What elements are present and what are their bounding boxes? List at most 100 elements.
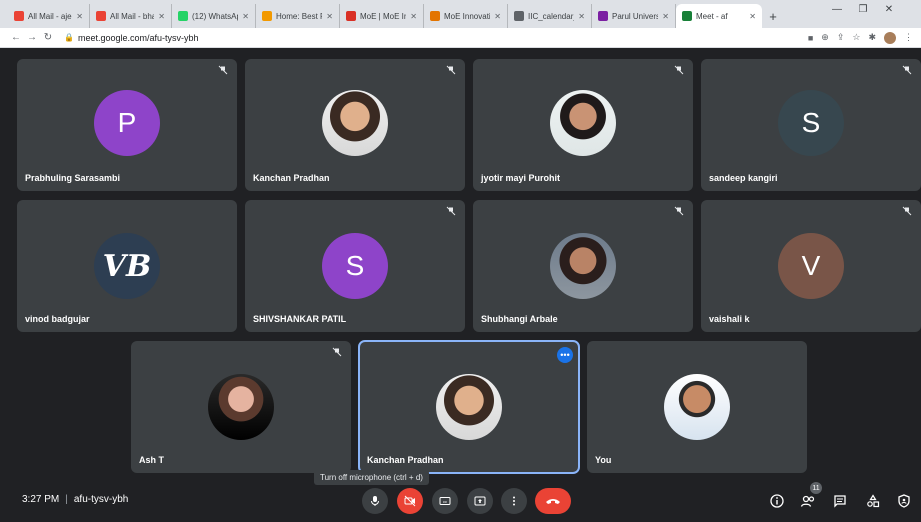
tab-label: MoE Innovatio: [444, 11, 491, 21]
close-window-icon[interactable]: ✕: [876, 4, 902, 15]
reload-icon[interactable]: ↻: [40, 32, 56, 43]
close-icon[interactable]: ✕: [76, 12, 83, 21]
participant-name: You: [595, 455, 612, 465]
browser-tab[interactable]: All Mail - ajee ✕: [8, 4, 90, 28]
browser-tab[interactable]: MoE Innovatio ✕: [424, 4, 508, 28]
mic-off-icon: [332, 347, 342, 357]
participant-name: vaishali k: [709, 314, 750, 324]
participant-count-badge: 11: [810, 482, 822, 494]
participant-name: Kanchan Pradhan: [253, 173, 330, 183]
participant-tile[interactable]: S sandeep kangiri: [701, 59, 921, 191]
self-tile[interactable]: You: [587, 341, 807, 473]
avatar: S: [322, 233, 388, 299]
participant-name: Kanchan Pradhan: [367, 455, 444, 465]
bookmark-star-icon[interactable]: ☆: [852, 32, 860, 43]
meeting-time: 3:27 PM: [22, 494, 60, 505]
mic-off-icon: [902, 206, 912, 216]
mic-off-icon: [674, 206, 684, 216]
browser-toolbar: ■ ⊕ ⇪ ☆ ✱ ⋮: [808, 31, 913, 44]
close-icon[interactable]: ✕: [662, 12, 669, 21]
avatar-photo: [208, 374, 274, 440]
close-icon[interactable]: ✕: [749, 12, 756, 21]
browser-tab[interactable]: MoE | MoE In ✕: [340, 4, 424, 28]
participant-tile-active[interactable]: ••• Kanchan Pradhan: [358, 340, 580, 474]
avatar-photo: [322, 90, 388, 156]
url-field[interactable]: 🔒 meet.google.com/afu-tysv-ybh: [64, 33, 808, 43]
browser-tab-active[interactable]: Meet - af ✕: [676, 4, 762, 28]
close-icon[interactable]: ✕: [242, 12, 249, 21]
shield-icon: [898, 494, 910, 508]
meet-icon: [682, 11, 692, 21]
new-tab-button[interactable]: +: [762, 4, 784, 28]
chat-icon: [834, 495, 846, 508]
participant-tile[interactable]: V vaishali k: [701, 200, 921, 332]
browser-tab[interactable]: Parul Univers ✕: [592, 4, 676, 28]
more-options-icon[interactable]: •••: [557, 347, 573, 363]
url-text: meet.google.com/afu-tysv-ybh: [77, 32, 199, 43]
participant-tile[interactable]: jyotir mayi Purohit: [473, 59, 693, 191]
meeting-details-button[interactable]: [768, 492, 786, 510]
hang-up-icon: [546, 499, 560, 504]
participant-name: jyotir mayi Purohit: [481, 173, 561, 183]
extensions-icon[interactable]: ✱: [868, 32, 876, 43]
meeting-code: afu-tysv-ybh: [73, 494, 129, 505]
meet-window: All Mail - ajee ✕ All Mail - bha ✕ (12) …: [0, 0, 921, 522]
camera-off-icon: [404, 495, 416, 507]
divider: |: [65, 494, 68, 505]
site-icon: [598, 11, 608, 21]
meeting-info: 3:27 PM | afu-tysv-ybh: [22, 494, 128, 505]
participant-tile[interactable]: Shubhangi Arbale: [473, 200, 693, 332]
participant-tile[interactable]: VB vinod badgujar: [17, 200, 237, 332]
whatsapp-icon: [178, 11, 188, 21]
camera-icon[interactable]: ■: [808, 33, 813, 43]
profile-avatar[interactable]: [884, 31, 896, 44]
share-icon[interactable]: ⇪: [837, 32, 845, 43]
microphone-icon: [371, 496, 379, 506]
window-controls: — ❐ ✕: [824, 4, 902, 15]
browser-tab[interactable]: Home: Best Fr ✕: [256, 4, 340, 28]
globe-icon: [514, 11, 524, 21]
present-button[interactable]: [467, 488, 493, 514]
captions-button[interactable]: cc: [432, 488, 458, 514]
avatar: P: [94, 90, 160, 156]
participant-tile[interactable]: P Prabhuling Sarasambi: [17, 59, 237, 191]
avatar-photo: [664, 374, 730, 440]
close-icon[interactable]: ✕: [578, 12, 585, 21]
browser-tab[interactable]: (12) WhatsAp ✕: [172, 4, 256, 28]
close-icon[interactable]: ✕: [326, 12, 333, 21]
participant-tile[interactable]: S SHIVSHANKAR PATIL: [245, 200, 465, 332]
lock-icon: 🔒: [64, 33, 74, 42]
gmail-icon: [96, 11, 106, 21]
participant-name: Ash T: [139, 455, 165, 465]
info-icon: [770, 494, 784, 508]
tab-label: Home: Best Fr: [276, 11, 322, 21]
host-controls-button[interactable]: [895, 492, 913, 510]
tab-label: IIC_calendar_: [528, 11, 575, 21]
close-icon[interactable]: ✕: [494, 12, 501, 21]
browser-tab[interactable]: All Mail - bha ✕: [90, 4, 172, 28]
avatar-photo: [550, 233, 616, 299]
close-icon[interactable]: ✕: [158, 12, 165, 21]
maximize-icon[interactable]: ❐: [850, 4, 876, 15]
site-icon: [346, 11, 356, 21]
participant-name: vinod badgujar: [25, 314, 90, 324]
activities-button[interactable]: [864, 492, 882, 510]
participant-tile[interactable]: Kanchan Pradhan: [245, 59, 465, 191]
menu-icon[interactable]: ⋮: [904, 32, 913, 43]
people-button[interactable]: [799, 492, 817, 510]
participant-tile[interactable]: Ash T: [131, 341, 351, 473]
browser-tab[interactable]: IIC_calendar_ ✕: [508, 4, 592, 28]
minimize-icon[interactable]: —: [824, 4, 850, 15]
participant-name: Prabhuling Sarasambi: [25, 173, 121, 183]
camera-button[interactable]: [397, 488, 423, 514]
chat-button[interactable]: [831, 492, 849, 510]
microphone-button[interactable]: [362, 488, 388, 514]
close-icon[interactable]: ✕: [410, 12, 417, 21]
forward-icon[interactable]: →: [24, 32, 40, 43]
back-icon[interactable]: ←: [8, 32, 24, 43]
more-options-button[interactable]: [501, 488, 527, 514]
zoom-icon[interactable]: ⊕: [821, 32, 829, 43]
leave-call-button[interactable]: [535, 488, 571, 514]
site-icon: [430, 11, 440, 21]
tab-label: MoE | MoE In: [360, 11, 407, 21]
